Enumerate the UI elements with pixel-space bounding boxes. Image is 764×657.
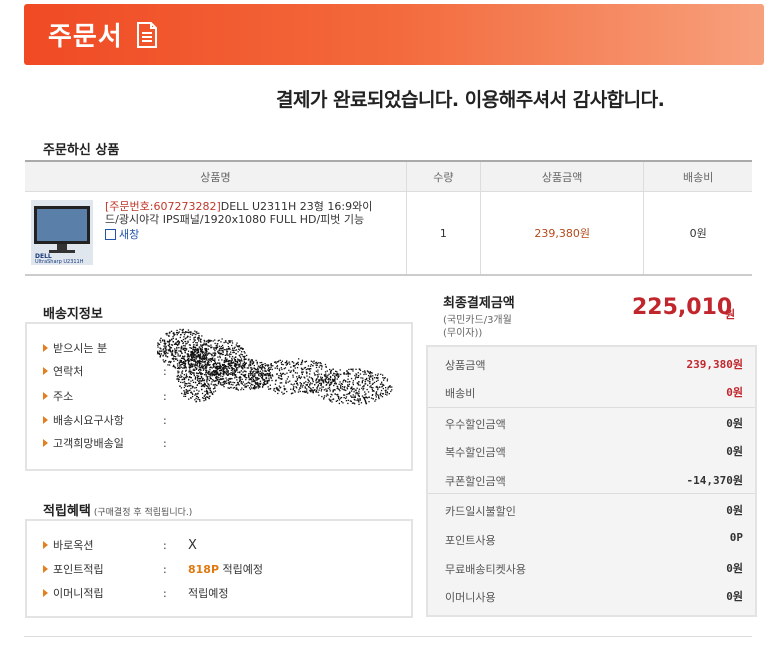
payment-method-line2: (무이자)) xyxy=(443,328,483,339)
shipping-info-box: 받으시는 분 : 연락처 : 주소 : 배송시요구사항 : 고객희망배송일 : xyxy=(25,322,413,471)
final-payment-label: 최종결제금액 xyxy=(443,296,515,311)
thumb-model: UltraSharp U2311H xyxy=(35,259,84,265)
bullet-icon xyxy=(43,565,48,573)
points-highlight: 818P xyxy=(188,563,220,576)
payment-row-coupon-discount: 쿠폰할인금액 -14,370원 xyxy=(428,465,755,493)
colon: : xyxy=(163,562,167,576)
payment-value: 0P xyxy=(729,531,743,544)
points-value: 적립예정 xyxy=(188,587,229,600)
shipping-label: 고객희망배송일 xyxy=(53,437,124,450)
payment-row-multi-discount: 복수할인금액 0원 xyxy=(428,436,755,464)
payment-row-shipping: 배송비 0원 xyxy=(428,377,755,405)
payment-label: 무료배송티켓사용 xyxy=(445,563,526,576)
payment-breakdown: 상품금액 239,380원 배송비 0원 우수할인금액 0원 복수할인금액 0원… xyxy=(426,345,757,617)
points-title: 적립혜택 xyxy=(43,504,91,519)
payment-row-card-discount: 카드일시불할인 0원 xyxy=(428,495,755,523)
order-number: [주문번호:607273282] xyxy=(105,200,221,213)
final-payment-unit: 원 xyxy=(725,308,736,321)
payment-value: 0원 xyxy=(726,417,743,430)
points-row-point: 포인트적립 : 818P 적립예정 xyxy=(43,561,403,577)
colon: : xyxy=(163,436,167,450)
points-label: 이머니적립 xyxy=(53,587,104,600)
points-box: 바로옥션 : X 포인트적립 : 818P 적립예정 이머니적립 : 적립예정 xyxy=(25,519,413,618)
payment-value: 0원 xyxy=(726,562,743,575)
col-shipping: 배송비 xyxy=(643,161,752,192)
points-heading: 적립혜택 (구매결정 후 적립됩니다.) xyxy=(43,500,192,519)
shipping-label: 배송시요구사항 xyxy=(53,414,124,427)
points-label: 바로옥션 xyxy=(53,539,94,552)
payment-method-line1: (국민카드/3개월 xyxy=(443,315,512,326)
ordered-products-title: 주문하신 상품 xyxy=(43,143,120,158)
shipping-label: 연락처 xyxy=(53,365,84,378)
qty-cell: 1 xyxy=(405,191,481,276)
bullet-icon xyxy=(43,541,48,549)
product-table: 상품명 수량 상품금액 배송비 DELL UltraSharp U2311H [… xyxy=(25,160,752,276)
payment-value: 0원 xyxy=(726,386,743,399)
shipping-label: 주소 xyxy=(53,390,74,403)
payment-value: 239,380원 xyxy=(686,358,743,371)
shipping-label: 받으시는 분 xyxy=(53,342,108,355)
points-subtitle: (구매결정 후 적립됩니다.) xyxy=(93,508,193,518)
new-window-icon xyxy=(105,229,116,240)
colon: : xyxy=(163,538,167,552)
shipping-row-delivery-date: 고객희망배송일 : xyxy=(43,435,403,451)
shipping-row-request: 배송시요구사항 : xyxy=(43,412,403,428)
final-payment-method: (국민카드/3개월 (무이자)) xyxy=(443,314,512,340)
points-value: X xyxy=(188,537,197,553)
points-label: 포인트적립 xyxy=(53,563,104,576)
col-product-name: 상품명 xyxy=(25,161,407,192)
page-header xyxy=(24,4,764,65)
final-payment-amount: 225,010 xyxy=(632,295,733,320)
payment-row-emoney-use: 이머니사용 0원 xyxy=(428,581,755,609)
document-icon xyxy=(137,22,157,48)
table-header-row: 상품명 수량 상품금액 배송비 xyxy=(25,161,752,192)
new-window-label[interactable]: 새창 xyxy=(119,228,139,241)
payment-value: 0원 xyxy=(726,445,743,458)
redaction-scribble xyxy=(157,328,393,405)
col-qty: 수량 xyxy=(405,161,481,192)
colon: : xyxy=(163,586,167,600)
product-thumbnail[interactable]: DELL UltraSharp U2311H xyxy=(31,200,93,265)
bullet-icon xyxy=(43,367,48,375)
points-value-group: 818P 적립예정 xyxy=(188,561,263,577)
table-row: DELL UltraSharp U2311H [주문번호:607273282]D… xyxy=(25,191,752,276)
payment-row-free-shipping-ticket: 무료배송티켓사용 0원 xyxy=(428,553,755,581)
shipping-cell: 0원 xyxy=(643,191,752,276)
divider xyxy=(428,493,755,494)
points-row-emoney: 이머니적립 : 적립예정 xyxy=(43,585,403,601)
payment-value: -14,370원 xyxy=(686,474,743,487)
payment-label: 이머니사용 xyxy=(445,591,496,604)
payment-label: 배송비 xyxy=(445,387,476,400)
payment-value: 0원 xyxy=(726,504,743,517)
payment-label: 카드일시불할인 xyxy=(445,505,516,518)
colon: : xyxy=(163,413,167,427)
order-complete-message: 결제가 완료되었습니다. 이용해주셔서 감사합니다. xyxy=(276,89,665,111)
product-cell: DELL UltraSharp U2311H [주문번호:607273282]D… xyxy=(25,191,407,276)
new-window-link[interactable]: 새창 xyxy=(105,228,385,241)
payment-label: 상품금액 xyxy=(445,359,486,372)
payment-label: 포인트사용 xyxy=(445,534,496,547)
page-title: 주문서 xyxy=(48,22,123,52)
shipping-info-title: 배송지정보 xyxy=(43,307,103,322)
col-price: 상품금액 xyxy=(479,161,644,192)
bullet-icon xyxy=(43,416,48,424)
payment-row-point-use: 포인트사용 0P xyxy=(428,524,755,552)
points-value: 적립예정 xyxy=(222,563,264,576)
price-cell: 239,380원 xyxy=(479,191,644,276)
payment-row-product: 상품금액 239,380원 xyxy=(428,349,755,377)
points-row-baro: 바로옥션 : X xyxy=(43,537,403,553)
payment-row-excellent-discount: 우수할인금액 0원 xyxy=(428,408,755,436)
bottom-divider xyxy=(24,636,752,637)
bullet-icon xyxy=(43,344,48,352)
bullet-icon xyxy=(43,589,48,597)
payment-label: 복수할인금액 xyxy=(445,446,506,459)
payment-value: 0원 xyxy=(726,590,743,603)
payment-label: 쿠폰할인금액 xyxy=(445,475,506,488)
product-info: [주문번호:607273282]DELL U2311H 23형 16:9와이드/… xyxy=(105,200,385,241)
bullet-icon xyxy=(43,439,48,447)
payment-label: 우수할인금액 xyxy=(445,418,506,431)
bullet-icon xyxy=(43,392,48,400)
